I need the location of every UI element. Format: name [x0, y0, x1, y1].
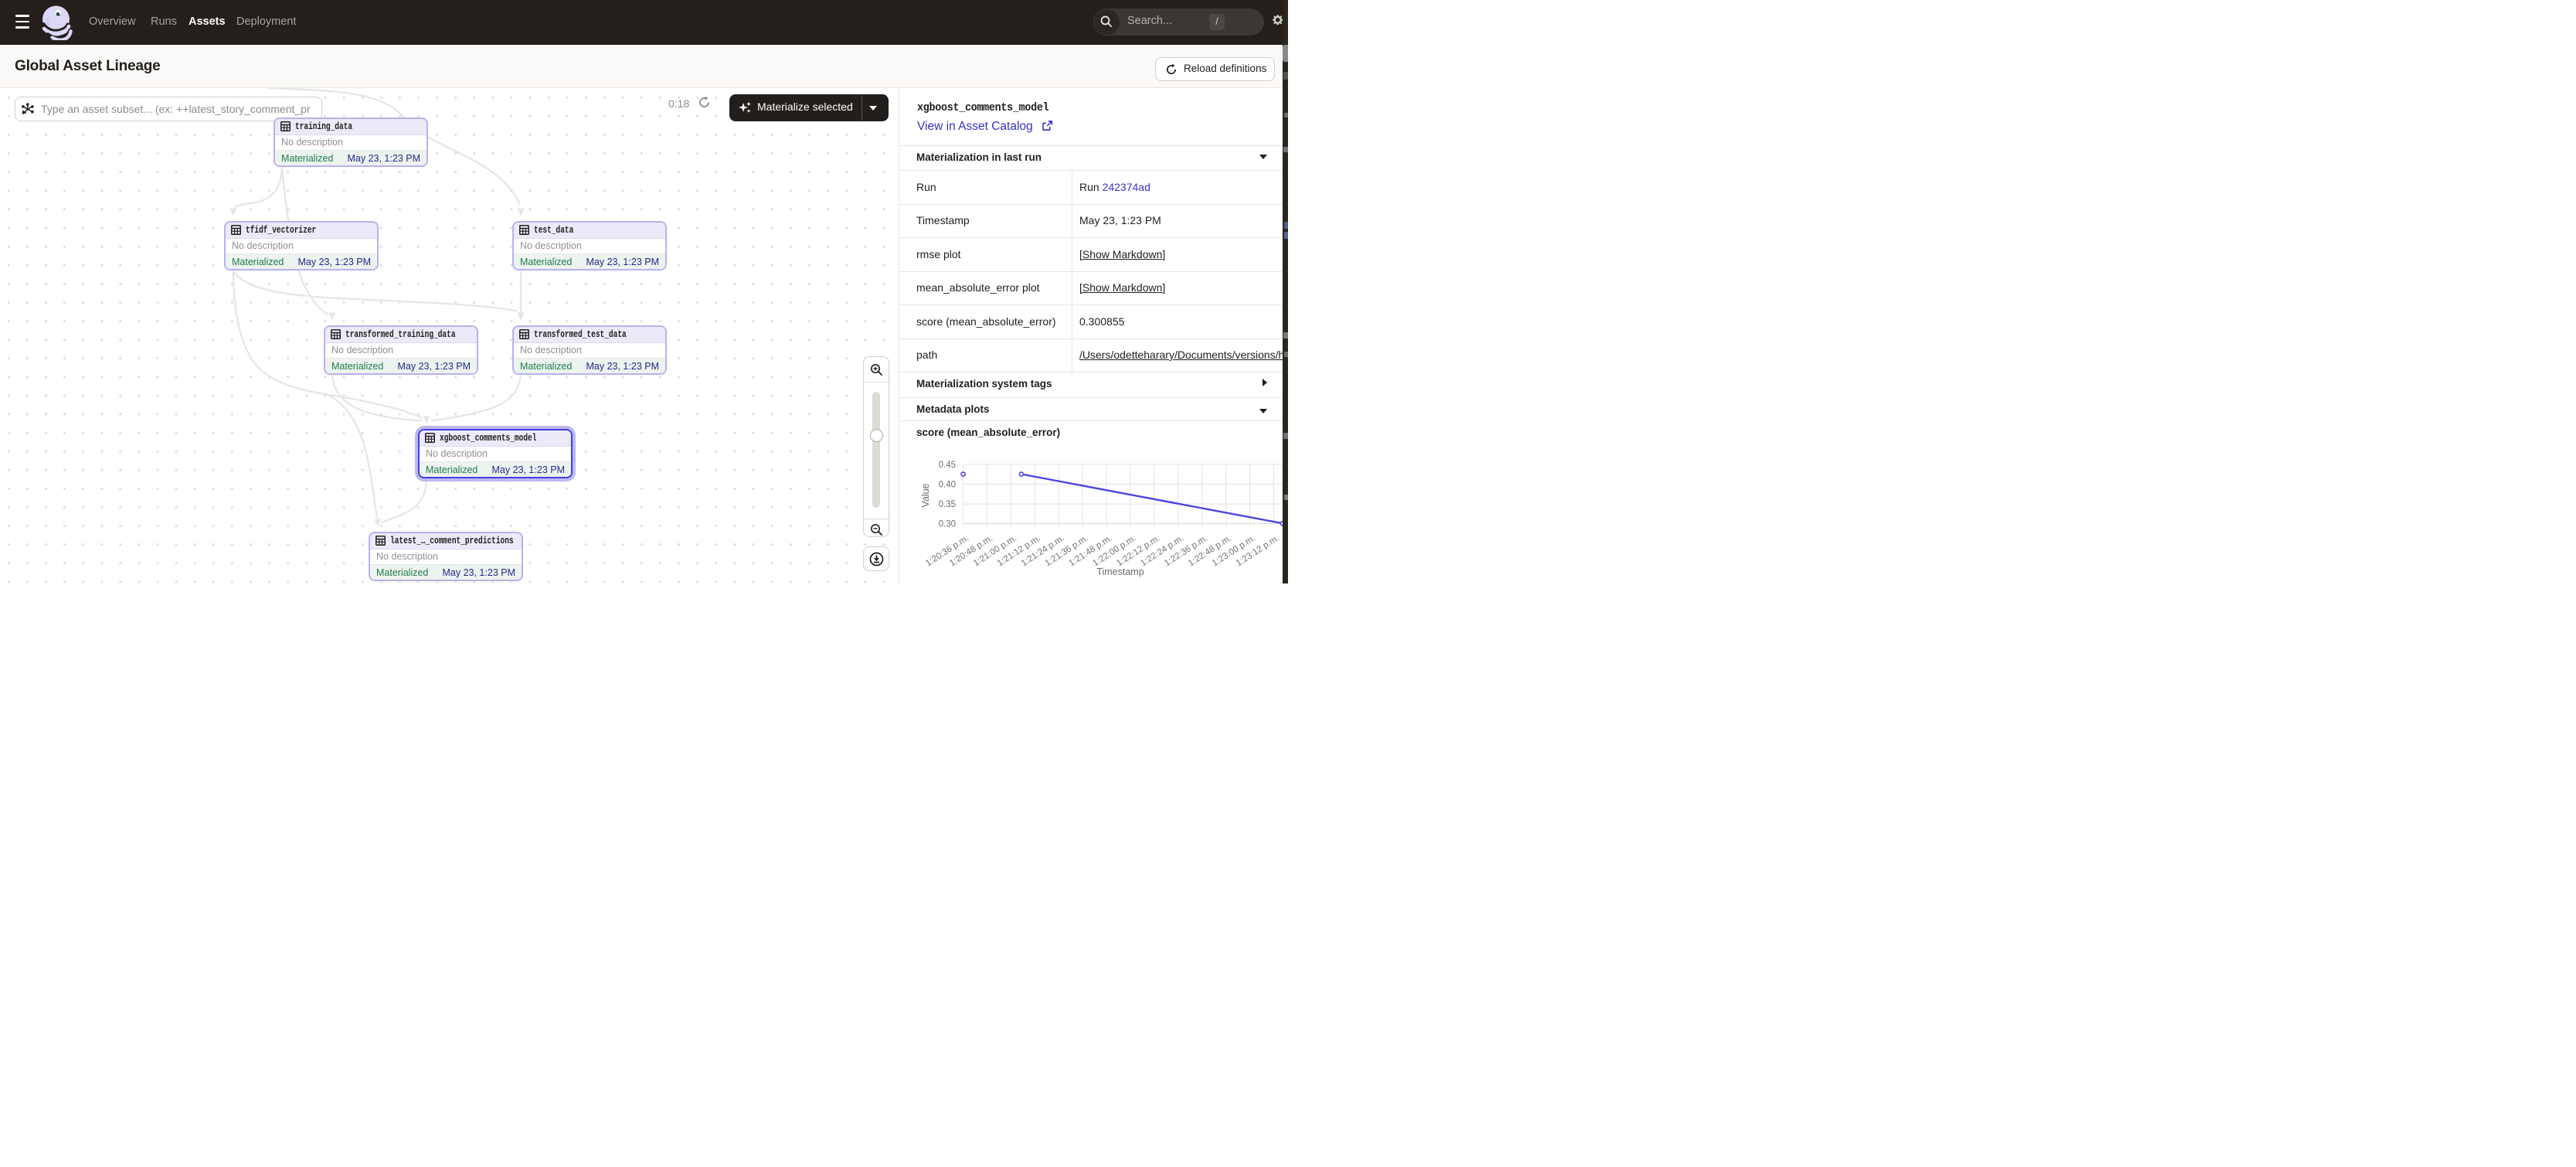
svg-text:Value: Value [920, 483, 931, 507]
svg-text:0.30: 0.30 [939, 519, 956, 529]
svg-text:Timestamp: Timestamp [1096, 566, 1144, 577]
svg-text:0.35: 0.35 [939, 500, 956, 509]
svg-text:0.40: 0.40 [939, 481, 956, 490]
svg-text:0.45: 0.45 [939, 461, 956, 470]
